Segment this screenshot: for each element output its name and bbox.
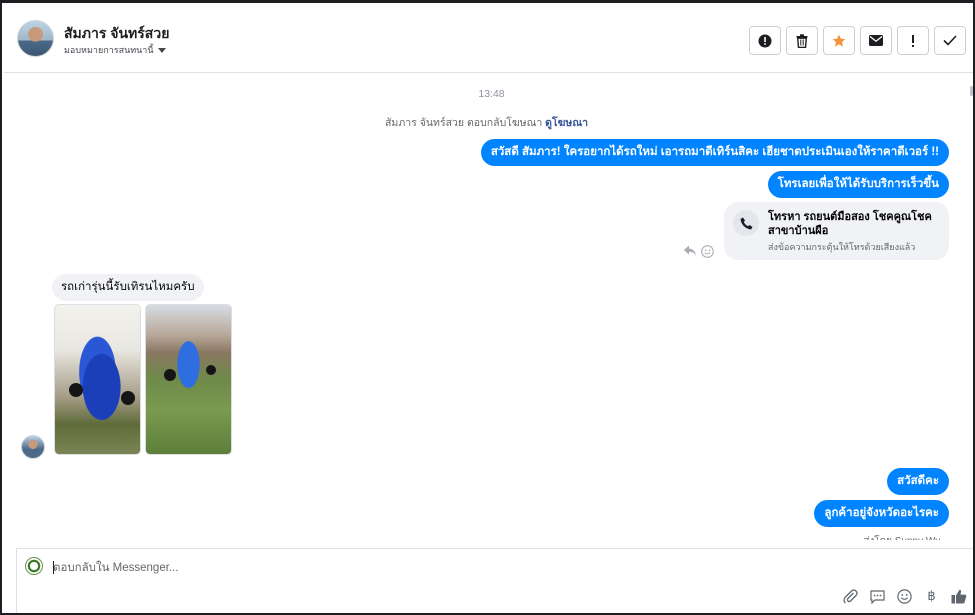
photo-detail bbox=[121, 391, 135, 405]
ad-reply-notice: สัมภาร จันทร์สวย ตอบกลับโฆษณา ดูโฆษณา bbox=[4, 114, 969, 131]
follow-up-button[interactable] bbox=[897, 26, 929, 55]
react-emoji-icon[interactable] bbox=[701, 245, 714, 261]
conversation-window: สัมภาร จันทร์สวย มอบหมายการสนทนานี้ 13:4… bbox=[0, 0, 975, 615]
check-icon bbox=[943, 35, 957, 46]
caret-down-icon bbox=[157, 47, 166, 53]
reply-input[interactable] bbox=[53, 559, 853, 577]
alert-circle-icon bbox=[758, 34, 772, 47]
call-card-title: โทรหา รถยนต์มือสอง โชคคูณโชค สาขาบ้านผือ bbox=[768, 211, 932, 237]
photo-detail bbox=[164, 369, 176, 381]
delete-button[interactable] bbox=[786, 26, 818, 55]
call-request-card[interactable]: โทรหา รถยนต์มือสอง โชคคูณโชค สาขาบ้านผือ… bbox=[724, 202, 949, 260]
composer-actions: ฿ bbox=[842, 588, 967, 605]
outgoing-message[interactable]: สวัสดีคะ bbox=[887, 468, 949, 495]
like-icon[interactable] bbox=[950, 588, 967, 605]
contact-avatar-small bbox=[21, 435, 45, 459]
attached-photo[interactable] bbox=[54, 304, 141, 455]
photo-detail bbox=[206, 365, 216, 375]
exclamation-icon bbox=[912, 34, 914, 47]
attach-icon[interactable] bbox=[842, 588, 859, 605]
ad-reply-text: สัมภาร จันทร์สวย ตอบกลับโฆษณา bbox=[385, 117, 543, 129]
photo-detail bbox=[69, 383, 83, 397]
conversation-toolbar bbox=[749, 26, 966, 55]
mark-done-button[interactable] bbox=[934, 26, 966, 55]
envelope-icon bbox=[869, 35, 883, 46]
timestamp: 13:48 bbox=[478, 88, 505, 100]
saved-reply-icon[interactable] bbox=[869, 588, 886, 605]
reply-icon[interactable] bbox=[683, 245, 697, 260]
mark-unread-button[interactable] bbox=[860, 26, 892, 55]
page-avatar bbox=[25, 557, 43, 575]
assign-conversation-dropdown[interactable]: มอบหมายการสนทนานี้ bbox=[64, 43, 166, 57]
star-button[interactable] bbox=[823, 26, 855, 55]
text-cursor bbox=[53, 561, 54, 574]
sent-by-label: ส่งโดย Sunny Wu... bbox=[863, 534, 949, 540]
view-ad-link[interactable]: ดูโฆษณา bbox=[545, 117, 588, 129]
assign-label: มอบหมายการสนทนานี้ bbox=[64, 45, 154, 55]
mark-spam-button[interactable] bbox=[749, 26, 781, 55]
incoming-message[interactable]: รถเก่ารุ่นนี้รับเทิรนไหมครับ bbox=[52, 274, 204, 301]
outgoing-message[interactable]: โทรเลยเพื่อให้ได้รับบริการเร็วขึ้น bbox=[767, 171, 949, 198]
outgoing-message[interactable]: สวัสดี สัมภาร! ใครอยากได้รถใหม่ เอารถมาด… bbox=[480, 139, 949, 166]
contact-name[interactable]: สัมภาร จันทร์สวย bbox=[64, 23, 169, 45]
call-card-subtitle: ส่งข้อความกระตุ้นให้โทรด้วยเสียงแล้ว bbox=[768, 242, 916, 252]
emoji-icon[interactable] bbox=[896, 588, 913, 605]
message-thread[interactable]: 13:48 สัมภาร จันทร์สวย ตอบกลับโฆษณา ดูโฆ… bbox=[4, 74, 973, 547]
contact-avatar[interactable] bbox=[17, 20, 54, 57]
payment-icon[interactable]: ฿ bbox=[923, 588, 940, 605]
conversation-header: สัมภาร จันทร์สวย มอบหมายการสนทนานี้ bbox=[4, 6, 973, 73]
attached-photo[interactable] bbox=[145, 304, 232, 455]
outgoing-message[interactable]: ลูกค้าอยู่จังหวัดอะไรคะ bbox=[814, 500, 949, 527]
star-icon bbox=[832, 34, 846, 47]
message-composer: ฿ bbox=[16, 548, 973, 613]
phone-icon bbox=[733, 210, 759, 236]
trash-icon bbox=[796, 33, 808, 48]
